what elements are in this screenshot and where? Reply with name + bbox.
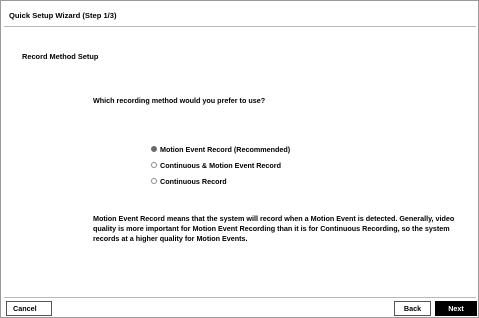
radio-selected-icon[interactable] <box>151 146 157 152</box>
radio-unselected-icon[interactable] <box>151 162 157 168</box>
option-label: Continuous & Motion Event Record <box>160 160 281 170</box>
option-motion-event-record[interactable]: Motion Event Record (Recommended) <box>151 141 290 157</box>
next-button[interactable]: Next <box>435 301 477 316</box>
option-continuous-motion-event-record[interactable]: Continuous & Motion Event Record <box>151 157 290 173</box>
footer-divider <box>4 297 476 298</box>
question-text: Which recording method would you prefer … <box>93 96 266 105</box>
cancel-button[interactable]: Cancel <box>6 301 52 316</box>
back-button[interactable]: Back <box>394 301 431 316</box>
wizard-title: Quick Setup Wizard (Step 1/3) <box>9 11 117 20</box>
radio-unselected-icon[interactable] <box>151 178 157 184</box>
wizard-window: Quick Setup Wizard (Step 1/3) Record Met… <box>0 0 479 318</box>
title-divider <box>4 26 476 27</box>
method-description: Motion Event Record means that the syste… <box>93 214 455 243</box>
option-label: Continuous Record <box>160 176 227 186</box>
option-label: Motion Event Record (Recommended) <box>160 144 291 154</box>
record-method-options: Motion Event Record (Recommended) Contin… <box>151 141 290 189</box>
option-continuous-record[interactable]: Continuous Record <box>151 173 290 189</box>
section-title: Record Method Setup <box>22 52 99 61</box>
